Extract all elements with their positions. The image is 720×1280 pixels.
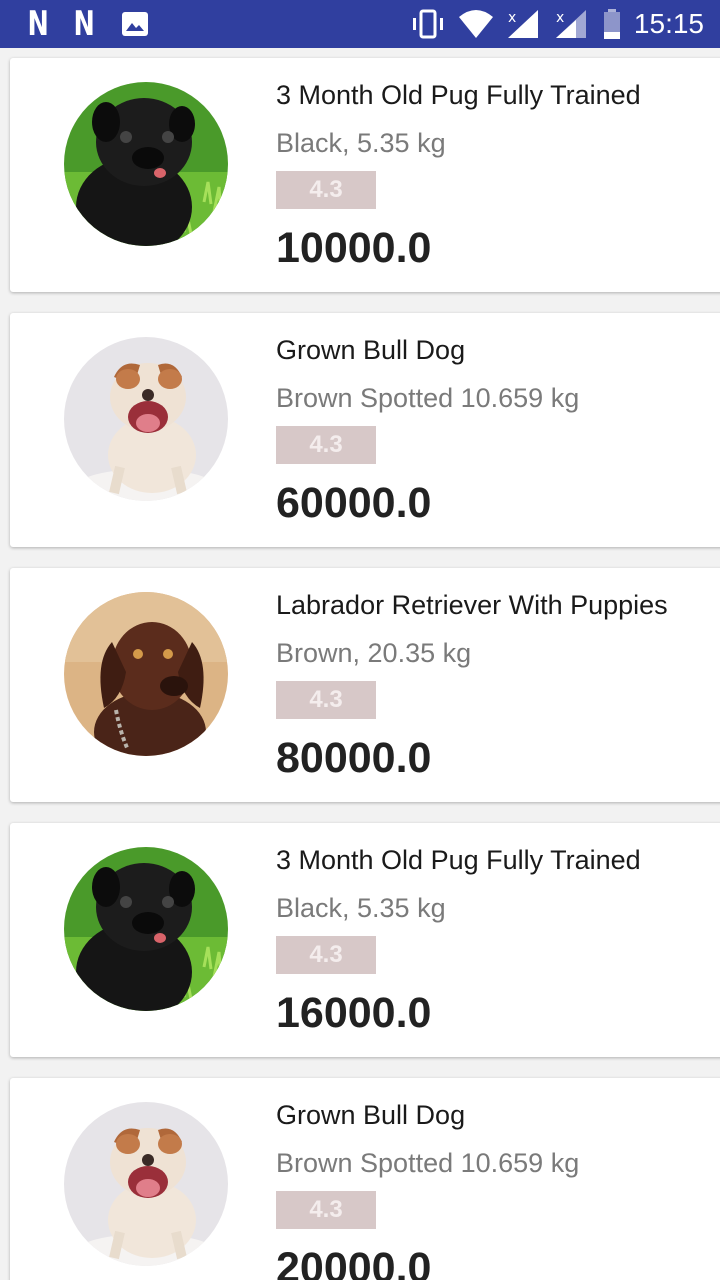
bulldog-photo	[64, 337, 228, 501]
labrador-photo	[64, 592, 228, 756]
svg-text:x: x	[556, 10, 564, 26]
list-item[interactable]: Grown Bull Dog Brown Spotted 10.659 kg 4…	[10, 1078, 720, 1280]
vibrate-icon	[412, 9, 443, 39]
item-price: 60000.0	[276, 479, 432, 527]
dog-listing[interactable]: 3 Month Old Pug Fully Trained Black, 5.3…	[0, 48, 720, 1280]
item-price: 10000.0	[276, 224, 432, 272]
item-description: Brown, 20.35 kg	[276, 638, 472, 668]
item-price: 20000.0	[276, 1244, 432, 1280]
item-description: Black, 5.35 kg	[276, 128, 446, 158]
svg-text:x: x	[508, 10, 516, 26]
item-description: Brown Spotted 10.659 kg	[276, 383, 580, 413]
item-title: Labrador Retriever With Puppies	[276, 590, 668, 620]
system-icons: x x 15:15	[410, 6, 704, 42]
image-icon	[121, 12, 148, 36]
status-bar: N N x x 15:15	[0, 0, 720, 48]
rating-badge: 4.3	[276, 171, 376, 209]
list-item[interactable]: Grown Bull Dog Brown Spotted 10.659 kg 4…	[10, 313, 720, 547]
notification-icons: N N	[24, 4, 149, 44]
item-title: Grown Bull Dog	[276, 335, 466, 365]
clock: 15:15	[633, 8, 704, 39]
wifi-icon	[458, 10, 493, 38]
signal-x-icon: x	[555, 10, 586, 38]
rating-badge: 4.3	[276, 681, 376, 719]
item-price: 16000.0	[276, 989, 432, 1037]
item-price: 80000.0	[276, 734, 432, 782]
black-pug-photo	[64, 847, 228, 1011]
black-pug-photo	[64, 82, 228, 246]
signal-x-icon: x	[507, 10, 538, 38]
rating-badge: 4.3	[276, 1191, 376, 1229]
item-title: 3 Month Old Pug Fully Trained	[276, 845, 641, 875]
list-item[interactable]: 3 Month Old Pug Fully Trained Black, 5.3…	[10, 58, 720, 292]
battery-icon	[603, 9, 620, 39]
list-item[interactable]: 3 Month Old Pug Fully Trained Black, 5.3…	[10, 823, 720, 1057]
item-title: 3 Month Old Pug Fully Trained	[276, 80, 641, 110]
n-app-icon: N	[74, 4, 96, 44]
item-description: Brown Spotted 10.659 kg	[276, 1148, 580, 1178]
bulldog-photo	[64, 1102, 228, 1266]
list-item[interactable]: Labrador Retriever With Puppies Brown, 2…	[10, 568, 720, 802]
item-title: Grown Bull Dog	[276, 1100, 466, 1130]
rating-badge: 4.3	[276, 426, 376, 464]
n-app-icon: N	[27, 4, 49, 44]
item-description: Black, 5.35 kg	[276, 893, 446, 923]
rating-badge: 4.3	[276, 936, 376, 974]
